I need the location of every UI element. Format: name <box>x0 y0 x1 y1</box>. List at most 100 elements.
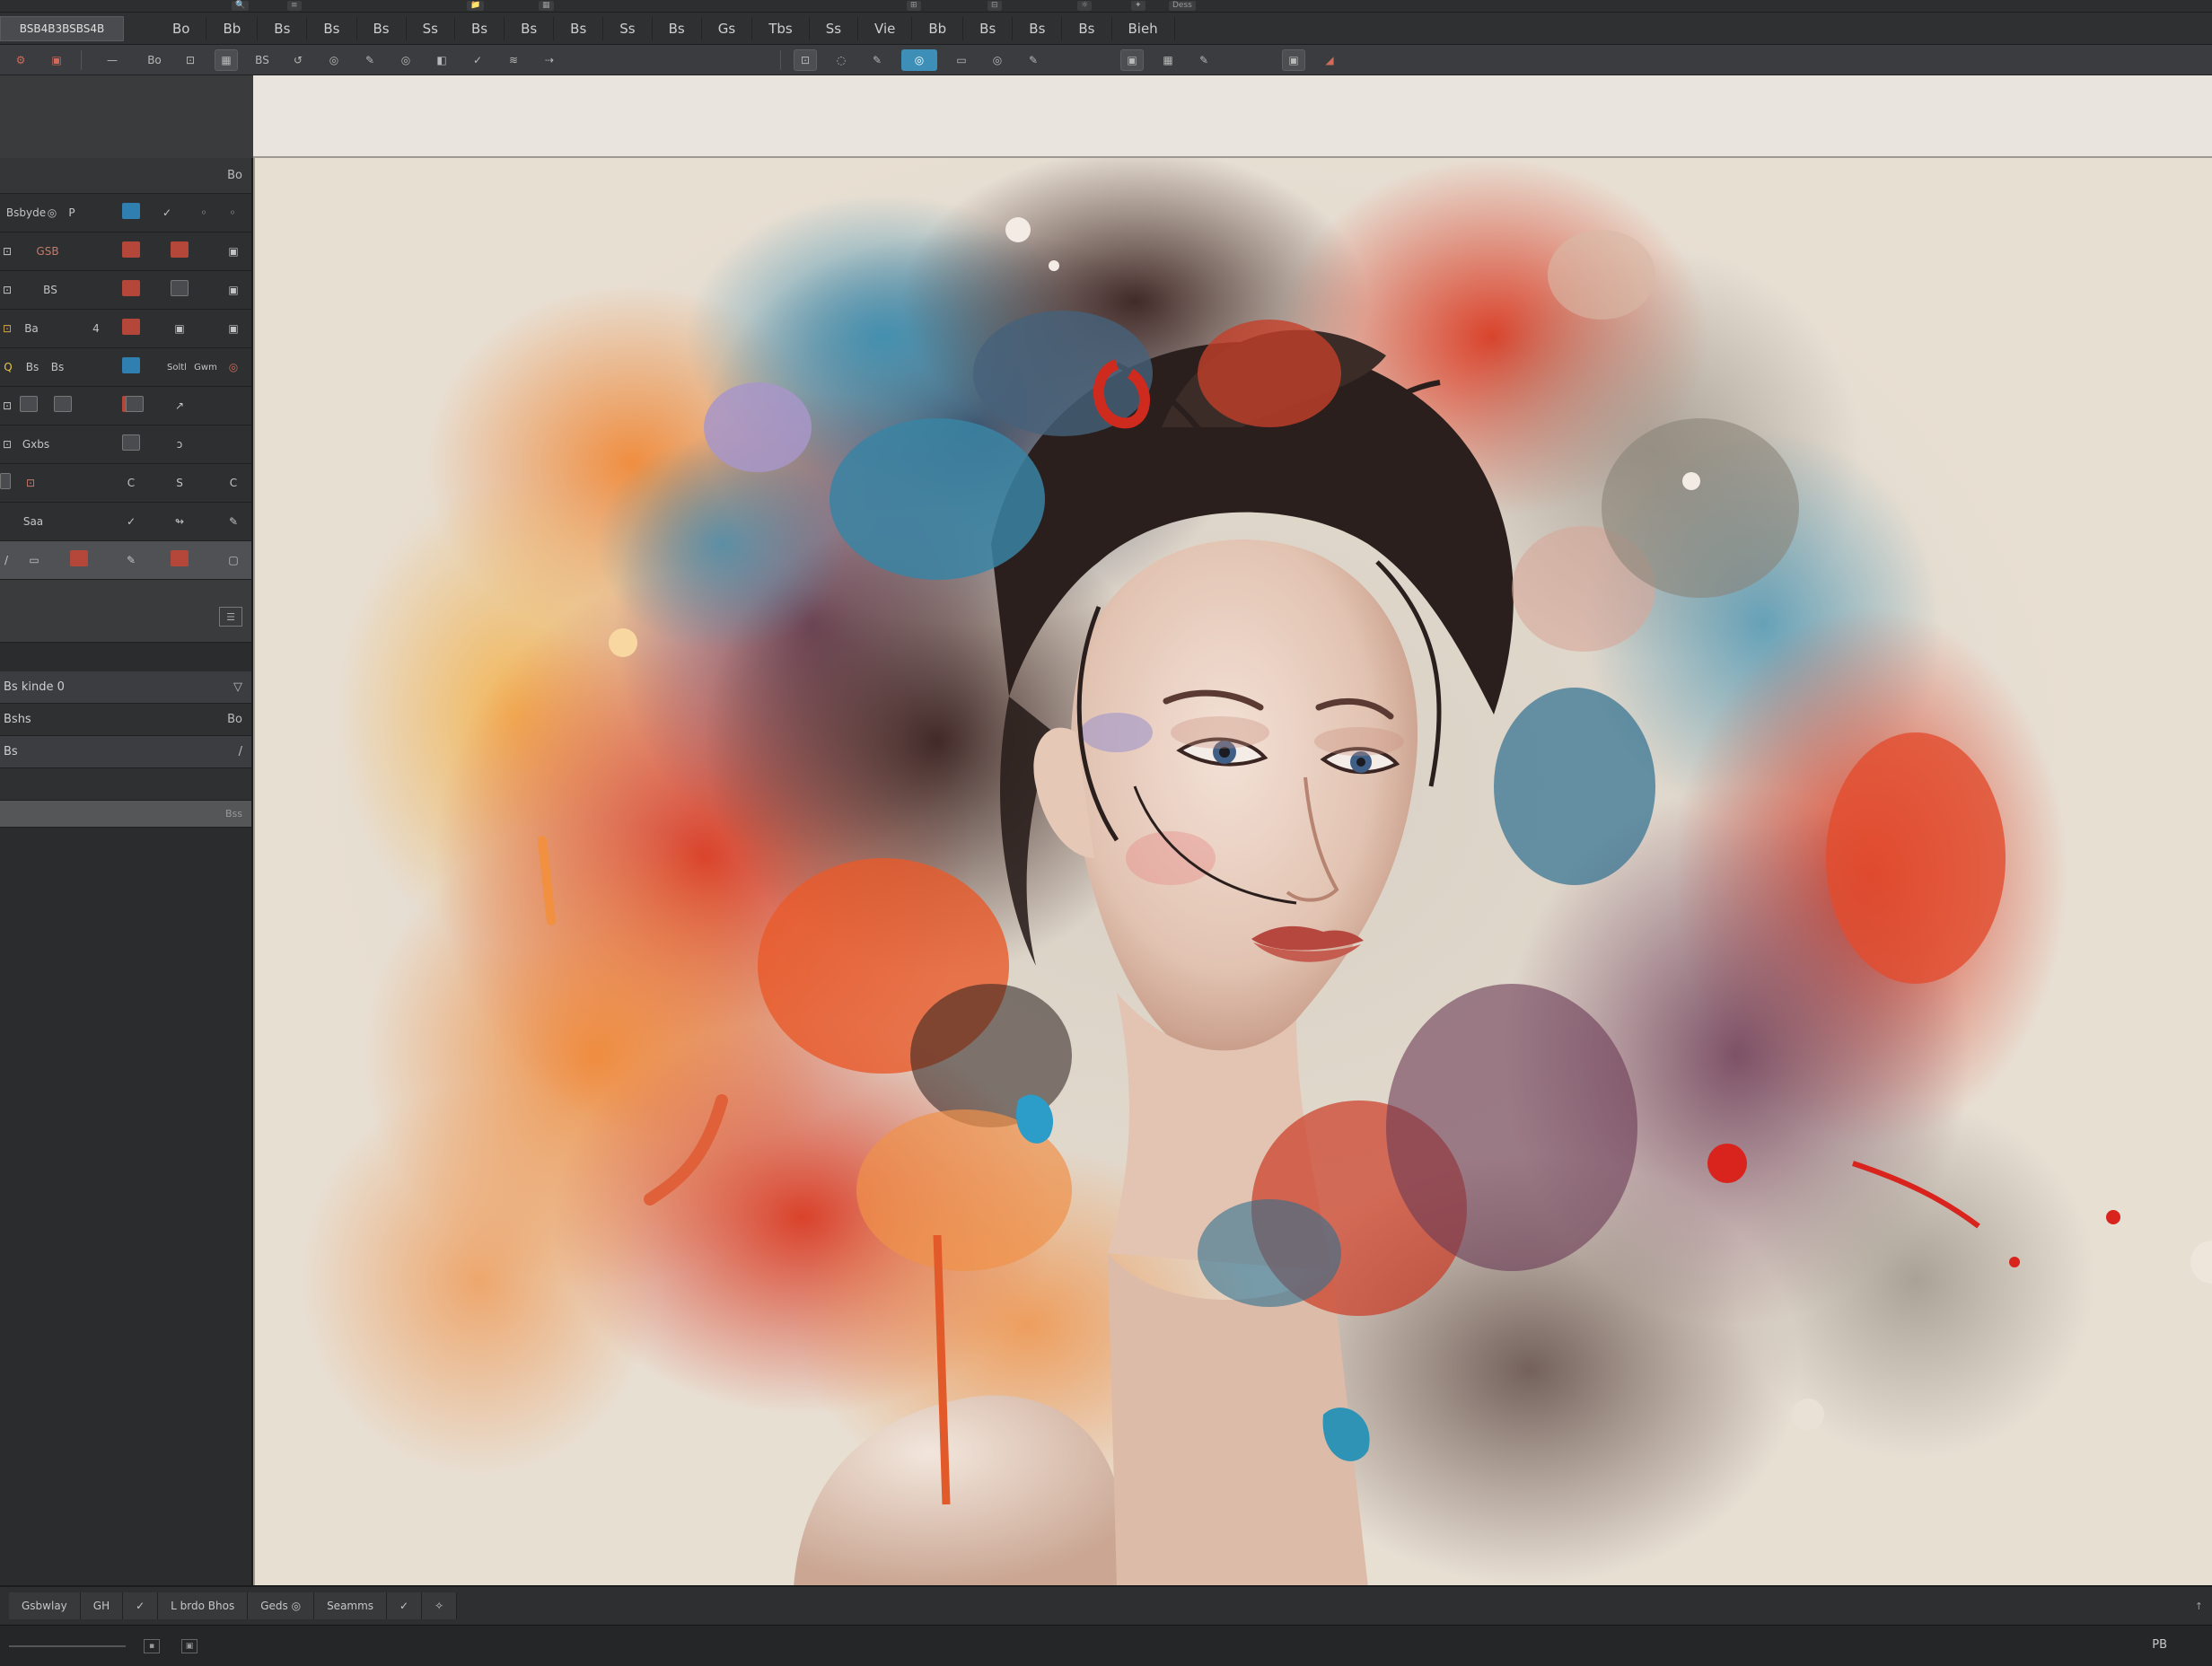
color-swatch-grey[interactable] <box>171 280 189 296</box>
row-icon[interactable]: ▣ <box>224 319 242 338</box>
rotate-icon[interactable]: ↺ <box>286 49 310 71</box>
panel-options-icon[interactable]: ☰ <box>219 607 242 627</box>
strip-icon-1[interactable]: 🔍 <box>232 1 250 11</box>
color-swatch-grey[interactable] <box>20 396 38 412</box>
status-item[interactable]: Geds ◎ <box>248 1592 315 1619</box>
strip-icon-3[interactable]: 📁 <box>467 1 485 11</box>
menu-item-5[interactable]: Bs <box>357 16 407 40</box>
row-label-icon[interactable]: ⊡ <box>0 434 14 454</box>
row-icon[interactable]: ↗ <box>171 396 189 416</box>
shape-icon[interactable]: ▭ <box>950 49 973 71</box>
strip-icon-2[interactable]: ≡ <box>287 1 302 11</box>
row-icon[interactable]: GSB <box>25 241 70 261</box>
layer-row[interactable]: Bs kinde 0 ▽ <box>0 671 251 704</box>
row-icon[interactable]: ▣ <box>224 280 242 300</box>
color-swatch-red[interactable] <box>122 280 140 296</box>
row-icon[interactable]: ▣ <box>171 319 189 338</box>
layer-row[interactable] <box>0 768 251 801</box>
size-line-icon[interactable]: — <box>94 49 130 71</box>
color-swatch-red[interactable] <box>171 241 189 258</box>
layer-icon[interactable]: / <box>239 745 242 758</box>
row-icon[interactable]: ⊡ <box>20 473 41 493</box>
row-icon[interactable]: ✎ <box>224 512 242 531</box>
color-swatch-grey[interactable] <box>126 396 144 412</box>
row-icon[interactable]: C <box>122 473 140 493</box>
status-item[interactable]: L brdo Bhos <box>158 1592 249 1619</box>
row-icon[interactable]: Bs <box>22 357 43 377</box>
panel-row[interactable]: ⊡ C S C <box>0 464 251 503</box>
menu-item-11[interactable]: Bs <box>653 16 702 40</box>
panel-row[interactable]: ⊡ BS ▣ <box>0 271 251 310</box>
color-swatch-red[interactable] <box>122 319 140 335</box>
color-swatch-grey[interactable] <box>0 473 11 489</box>
row-icon[interactable]: ✎ <box>122 550 140 570</box>
menu-item-20[interactable]: Bieh <box>1112 16 1175 40</box>
menu-item-4[interactable]: Bs <box>307 16 357 40</box>
row-icon[interactable]: ◦ <box>226 203 239 223</box>
menu-item-2[interactable]: Bb <box>206 16 259 40</box>
airbrush-icon[interactable]: ◎ <box>394 49 417 71</box>
menu-item-1[interactable]: Bo <box>156 16 207 40</box>
circle-icon[interactable]: ◌ <box>830 49 853 71</box>
mode-button[interactable]: Bo <box>143 49 166 71</box>
option-icon-3[interactable]: BS <box>250 49 274 71</box>
color-swatch-red[interactable] <box>171 550 189 566</box>
strip-icon-8[interactable]: ✦ <box>1131 1 1146 11</box>
check-icon[interactable]: ✓ <box>123 1592 159 1619</box>
corner-icon[interactable]: ◢ <box>1318 49 1341 71</box>
menu-item-7[interactable]: Bs <box>455 16 505 40</box>
status-item[interactable]: Seamms <box>314 1592 388 1619</box>
strip-icon-4[interactable]: ▦ <box>539 1 554 11</box>
row-icon[interactable]: ◎ <box>43 203 61 223</box>
dropdown-icon[interactable]: ▽ <box>233 680 242 694</box>
strip-icon-7[interactable]: ☼ <box>1077 1 1093 11</box>
panel-row[interactable]: ⊡ Ba 4 ▣ ▣ <box>0 310 251 348</box>
row-label-icon[interactable]: Q <box>0 357 16 377</box>
color-swatch-red[interactable] <box>122 241 140 258</box>
color-swatch-grey[interactable] <box>54 396 72 412</box>
option-icon-1[interactable]: ⊡ <box>179 49 202 71</box>
menu-item-12[interactable]: Gs <box>702 16 753 40</box>
frame-icon[interactable]: ⊡ <box>794 48 817 71</box>
layer-row[interactable]: Bs / <box>0 736 251 768</box>
layer-icon[interactable]: Bo <box>227 713 242 726</box>
strip-icon-6[interactable]: ⊟ <box>988 1 1002 11</box>
row-icon[interactable]: ▢ <box>224 550 242 570</box>
menu-item-14[interactable]: Ss <box>810 16 859 40</box>
corner-arrow-icon[interactable]: ↑ <box>2195 1600 2203 1612</box>
menu-item-13[interactable]: Tbs <box>752 16 810 40</box>
panel-icon[interactable]: ▦ <box>1156 49 1180 71</box>
panel-row[interactable]: ⊡ Gxbs ↄ <box>0 425 251 464</box>
row-icon[interactable]: BS <box>32 280 68 300</box>
color-swatch-blue[interactable] <box>122 203 140 219</box>
row-icon[interactable]: S <box>171 473 189 493</box>
artwork-canvas[interactable] <box>253 156 2212 1585</box>
row-label-icon[interactable]: ⊡ <box>0 319 14 338</box>
color-swatch-grey[interactable] <box>122 434 140 451</box>
menu-item-3[interactable]: Bs <box>258 16 308 40</box>
bottom-right-label[interactable]: PB <box>2152 1638 2167 1652</box>
check-icon[interactable]: ✓ <box>387 1592 423 1619</box>
grid-icon[interactable]: ▣ <box>1120 48 1144 71</box>
tool-preset-icon[interactable]: ▣ <box>45 49 68 71</box>
stop-icon[interactable]: ▪ <box>144 1638 160 1653</box>
strip-icon-5[interactable]: ⊞ <box>907 1 921 11</box>
row-icon[interactable]: ✓ <box>122 512 140 531</box>
panel-row-selected[interactable]: / ▭ ✎ ▢ <box>0 541 251 580</box>
color-swatch-blue[interactable] <box>122 357 140 373</box>
row-icon[interactable]: ▣ <box>224 241 242 261</box>
row-icon[interactable]: Bs <box>47 357 68 377</box>
row-icon[interactable]: ◎ <box>224 357 242 377</box>
circle-icon-2[interactable]: ◎ <box>986 49 1009 71</box>
row-icon[interactable]: C <box>224 473 242 493</box>
menu-item-15[interactable]: Vie <box>858 16 913 40</box>
opacity-slider[interactable]: Bss <box>0 801 251 828</box>
menu-item-10[interactable]: Ss <box>603 16 653 40</box>
square-icon[interactable]: ▣ <box>1282 48 1305 71</box>
panel-row[interactable]: ⊡ ↗ <box>0 387 251 425</box>
menu-item-9[interactable]: Bs <box>554 16 604 40</box>
edit-icon[interactable]: ✎ <box>865 49 889 71</box>
panel-row[interactable]: Q Bs Bs Soltl Gwm ◎ <box>0 348 251 387</box>
row-icon[interactable]: ↄ <box>171 434 189 454</box>
row-icon[interactable]: P <box>63 203 81 223</box>
